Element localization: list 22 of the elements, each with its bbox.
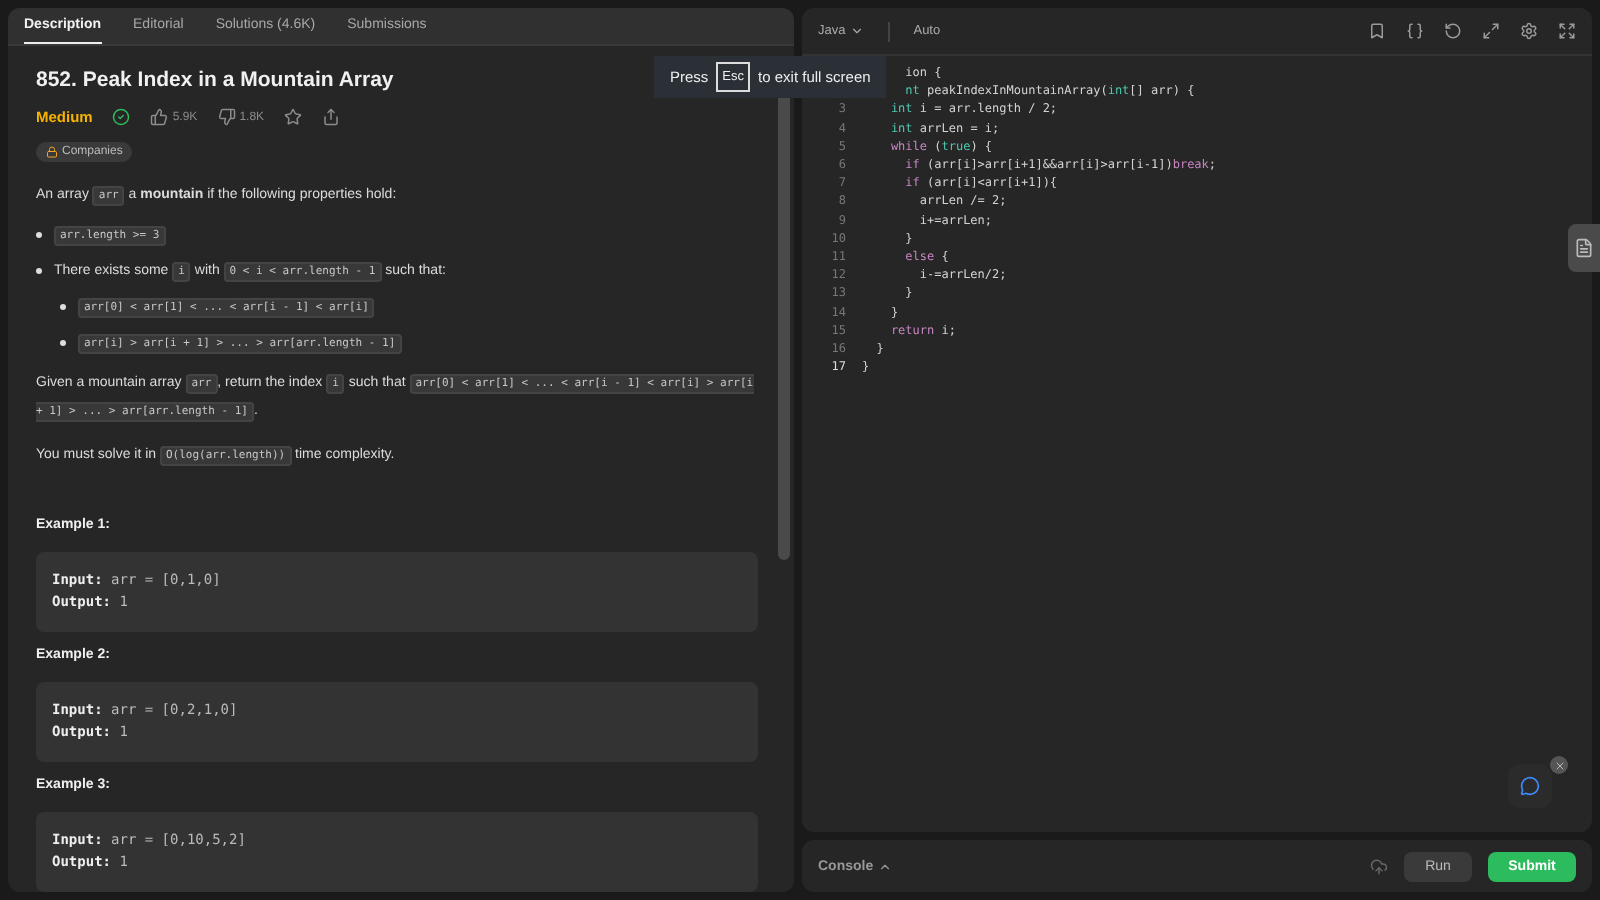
bullet-icon bbox=[36, 268, 42, 274]
braces-icon[interactable] bbox=[1406, 22, 1424, 40]
problem-title: 852. Peak Index in a Mountain Array bbox=[36, 68, 394, 92]
lock-icon bbox=[46, 146, 58, 158]
bullet-icon bbox=[60, 340, 66, 346]
bullet-icon bbox=[60, 304, 66, 310]
settings-icon[interactable] bbox=[1520, 22, 1538, 40]
close-icon[interactable] bbox=[1550, 756, 1568, 774]
share-icon[interactable] bbox=[322, 108, 341, 126]
document-icon bbox=[1574, 238, 1594, 258]
chevron-up-icon bbox=[877, 859, 892, 873]
chat-icon bbox=[1520, 774, 1540, 798]
reset-icon[interactable] bbox=[1444, 22, 1462, 40]
bookmark-icon[interactable] bbox=[1368, 22, 1386, 40]
cloud-icon[interactable] bbox=[1370, 857, 1388, 875]
chat-button[interactable] bbox=[1508, 764, 1552, 808]
bullet-icon bbox=[36, 232, 42, 238]
chevron-down-icon bbox=[849, 24, 864, 38]
fullscreen-icon[interactable] bbox=[1558, 22, 1576, 40]
side-tab[interactable] bbox=[1568, 224, 1600, 272]
expand-icon[interactable] bbox=[1482, 22, 1500, 40]
star-icon[interactable] bbox=[284, 108, 303, 126]
